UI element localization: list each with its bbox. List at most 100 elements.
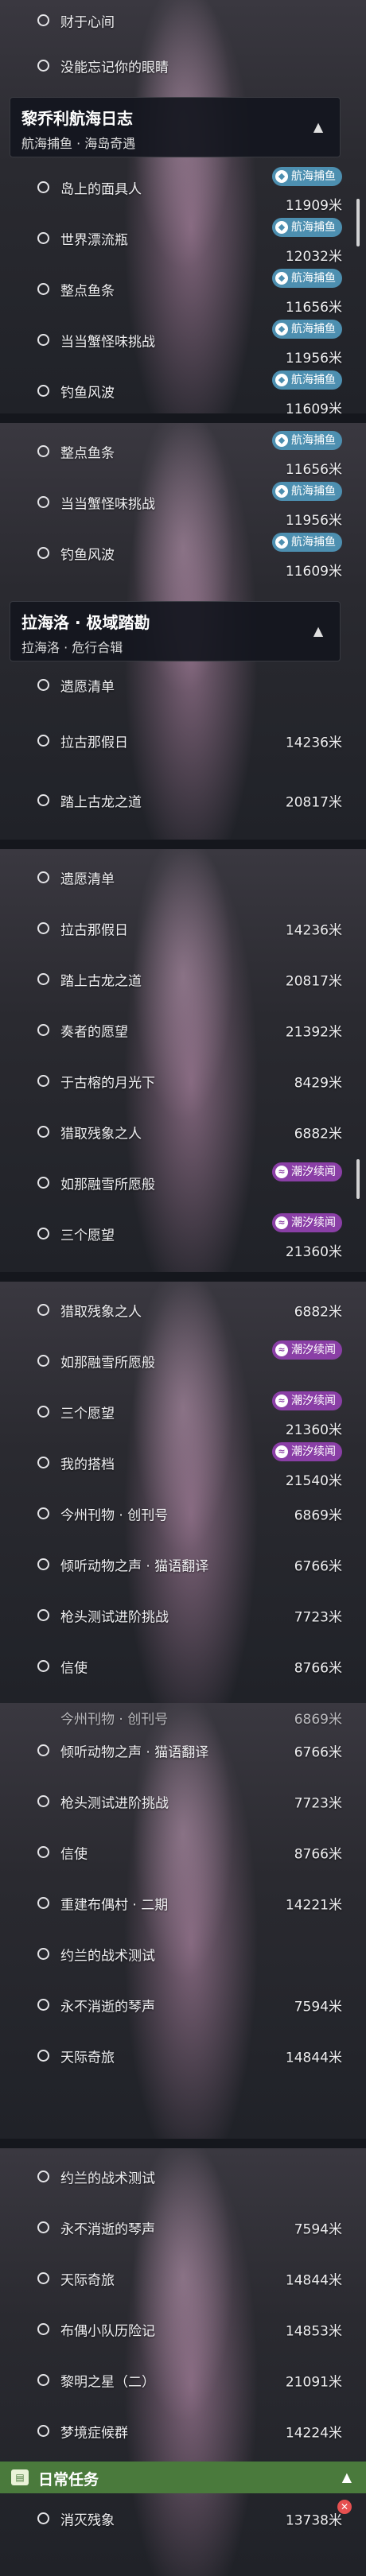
radio-icon[interactable] bbox=[37, 445, 49, 457]
radio-icon[interactable] bbox=[37, 496, 49, 508]
radio-icon[interactable] bbox=[37, 973, 49, 985]
quest-row[interactable]: 梦境症候群 14224米 bbox=[0, 2406, 366, 2457]
quest-name: 整点鱼条 bbox=[60, 283, 115, 300]
radio-icon[interactable] bbox=[37, 283, 49, 295]
daily-tasks-header[interactable]: ▤ 日常任务 ▲ bbox=[0, 2462, 366, 2493]
quest-row[interactable]: 信使 8766米 bbox=[0, 1827, 366, 1878]
radio-icon[interactable] bbox=[37, 679, 49, 691]
radio-icon[interactable] bbox=[37, 1897, 49, 1909]
quest-row[interactable]: 三个愿望 ≈ 潮汐续闻 21360米 bbox=[0, 1387, 366, 1438]
chevron-up-icon[interactable]: ▲ bbox=[310, 118, 327, 136]
quest-row[interactable]: 遗愿清单 bbox=[0, 661, 366, 709]
radio-icon[interactable] bbox=[37, 735, 49, 747]
quest-row[interactable]: 踏上古龙之道 20817米 bbox=[0, 773, 366, 828]
radio-icon[interactable] bbox=[37, 2425, 49, 2437]
quest-distance: 21540米 bbox=[285, 1473, 342, 1489]
quest-row[interactable]: 如那融雪所愿般 ≈ 潮汐续闻 bbox=[0, 1336, 366, 1387]
quest-row[interactable]: 约兰的战术测试 bbox=[0, 1929, 366, 1980]
quest-row[interactable]: 当当蟹怪味挑战 ◆ 航海捕鱼 11956米 bbox=[0, 477, 366, 529]
category-header[interactable]: 拉海洛 · 极域踏勘 拉海洛 · 危行合辑 ▲ bbox=[10, 601, 341, 661]
quest-distance: 6766米 bbox=[294, 1744, 342, 1761]
quest-row[interactable]: 整点鱼条 ◆ 航海捕鱼 11656米 bbox=[0, 426, 366, 478]
quest-row[interactable]: 遗愿清单 bbox=[0, 852, 366, 903]
quest-row[interactable]: 我的搭档 ≈ 潮汐续闻 21540米 bbox=[0, 1437, 366, 1489]
radio-icon[interactable] bbox=[37, 14, 49, 26]
scrollbar[interactable] bbox=[356, 1159, 360, 1199]
quest-row[interactable]: 倾听动物之声 · 猫语翻译 6766米 bbox=[0, 1539, 366, 1590]
quest-row[interactable]: 三个愿望 ≈ 潮汐续闻 21360米 bbox=[0, 1208, 366, 1260]
radio-icon[interactable] bbox=[37, 1744, 49, 1756]
radio-icon[interactable] bbox=[37, 1457, 49, 1468]
radio-icon[interactable] bbox=[37, 60, 49, 72]
quest-row[interactable]: 没能忘记你的眼睛 bbox=[0, 41, 366, 91]
quest-row[interactable]: 于古榕的月光下 8429米 bbox=[0, 1056, 366, 1107]
radio-icon[interactable] bbox=[37, 2272, 49, 2284]
radio-icon[interactable] bbox=[37, 547, 49, 559]
quest-row[interactable]: 今州刊物 · 创刊号 6869米 bbox=[0, 1703, 366, 1728]
quest-row[interactable]: 重建布偶村 · 二期 14221米 bbox=[0, 1878, 366, 1929]
radio-icon[interactable] bbox=[37, 1304, 49, 1316]
quest-row[interactable]: 踏上古龙之道 20817米 bbox=[0, 954, 366, 1005]
radio-icon[interactable] bbox=[37, 1177, 49, 1189]
close-icon[interactable]: ✕ bbox=[337, 2500, 352, 2514]
quest-row[interactable]: 永不消逝的琴声 7594米 bbox=[0, 2202, 366, 2253]
quest-row[interactable]: 财于心间 bbox=[0, 0, 366, 41]
radio-icon[interactable] bbox=[37, 1660, 49, 1672]
quest-row[interactable]: 当当蟹怪味挑战 ◆ 航海捕鱼 11956米 bbox=[0, 315, 366, 367]
category-header[interactable]: 黎乔利航海日志 航海捕鱼 · 海岛奇遇 ▲ bbox=[10, 97, 341, 157]
radio-icon[interactable] bbox=[37, 1406, 49, 1418]
radio-icon[interactable] bbox=[37, 2050, 49, 2062]
radio-icon[interactable] bbox=[37, 2171, 49, 2182]
quest-row[interactable]: 枪头测试进阶挑战 7723米 bbox=[0, 1590, 366, 1641]
chevron-up-icon[interactable]: ▲ bbox=[342, 2469, 352, 2485]
quest-row[interactable]: 岛上的面具人 ◆ 航海捕鱼 11909米 bbox=[0, 162, 366, 214]
divider bbox=[0, 1272, 366, 1282]
quest-row[interactable]: 消灭残象 13738米 bbox=[0, 2495, 366, 2543]
radio-icon[interactable] bbox=[37, 922, 49, 934]
radio-icon[interactable] bbox=[37, 181, 49, 193]
quest-row[interactable]: 钓鱼风波 ◆ 航海捕鱼 11609米 bbox=[0, 528, 366, 580]
radio-icon[interactable] bbox=[37, 1795, 49, 1807]
quest-row[interactable]: 约兰的战术测试 bbox=[0, 2151, 366, 2202]
quest-row[interactable]: 世界漂流瓶 ◆ 航海捕鱼 12032米 bbox=[0, 213, 366, 265]
quest-row[interactable]: 拉古那假日 14236米 bbox=[0, 709, 366, 773]
radio-icon[interactable] bbox=[37, 1228, 49, 1240]
radio-icon[interactable] bbox=[37, 2323, 49, 2335]
quest-row[interactable]: 猎取残象之人 6882米 bbox=[0, 1285, 366, 1336]
quest-row[interactable]: 信使 8766米 bbox=[0, 1641, 366, 1692]
radio-icon[interactable] bbox=[37, 871, 49, 883]
quest-row[interactable]: 永不消逝的琴声 7594米 bbox=[0, 1980, 366, 2031]
quest-row[interactable]: 如那融雪所愿般 ≈ 潮汐续闻 bbox=[0, 1158, 366, 1208]
quest-row[interactable]: 猎取残象之人 6882米 bbox=[0, 1107, 366, 1158]
radio-icon[interactable] bbox=[37, 1024, 49, 1036]
radio-icon[interactable] bbox=[37, 1558, 49, 1570]
radio-icon[interactable] bbox=[37, 1999, 49, 2011]
radio-icon[interactable] bbox=[37, 1126, 49, 1138]
radio-icon[interactable] bbox=[37, 1609, 49, 1621]
radio-icon[interactable] bbox=[37, 1948, 49, 1960]
chevron-up-icon[interactable]: ▲ bbox=[310, 623, 327, 640]
quest-row[interactable]: 布偶小队历险记 14853米 bbox=[0, 2304, 366, 2355]
quest-row[interactable]: 拉古那假日 14236米 bbox=[0, 903, 366, 954]
scrollbar[interactable] bbox=[356, 199, 360, 246]
radio-icon[interactable] bbox=[37, 2512, 49, 2524]
radio-icon[interactable] bbox=[37, 2221, 49, 2233]
quest-row[interactable]: 天际奇旅 14844米 bbox=[0, 2031, 366, 2081]
radio-icon[interactable] bbox=[37, 385, 49, 397]
radio-icon[interactable] bbox=[37, 1075, 49, 1087]
radio-icon[interactable] bbox=[37, 1355, 49, 1367]
quest-row[interactable]: 枪头测试进阶挑战 7723米 bbox=[0, 1776, 366, 1827]
radio-icon[interactable] bbox=[37, 1846, 49, 1858]
radio-icon[interactable] bbox=[37, 232, 49, 244]
quest-row[interactable]: 整点鱼条 ◆ 航海捕鱼 11656米 bbox=[0, 264, 366, 316]
quest-row[interactable]: 今州刊物 · 创刊号 6869米 bbox=[0, 1488, 366, 1539]
quest-row[interactable]: 奏者的愿望 21392米 bbox=[0, 1005, 366, 1056]
radio-icon[interactable] bbox=[37, 2374, 49, 2386]
quest-row[interactable]: 倾听动物之声 · 猫语翻译 6766米 bbox=[0, 1725, 366, 1776]
quest-row[interactable]: 钓鱼风波 ◆ 航海捕鱼 11609米 bbox=[0, 366, 366, 413]
radio-icon[interactable] bbox=[37, 1507, 49, 1519]
quest-row[interactable]: 天际奇旅 14844米 bbox=[0, 2253, 366, 2304]
quest-row[interactable]: 黎明之星（二） 21091米 bbox=[0, 2355, 366, 2406]
radio-icon[interactable] bbox=[37, 794, 49, 806]
radio-icon[interactable] bbox=[37, 334, 49, 346]
